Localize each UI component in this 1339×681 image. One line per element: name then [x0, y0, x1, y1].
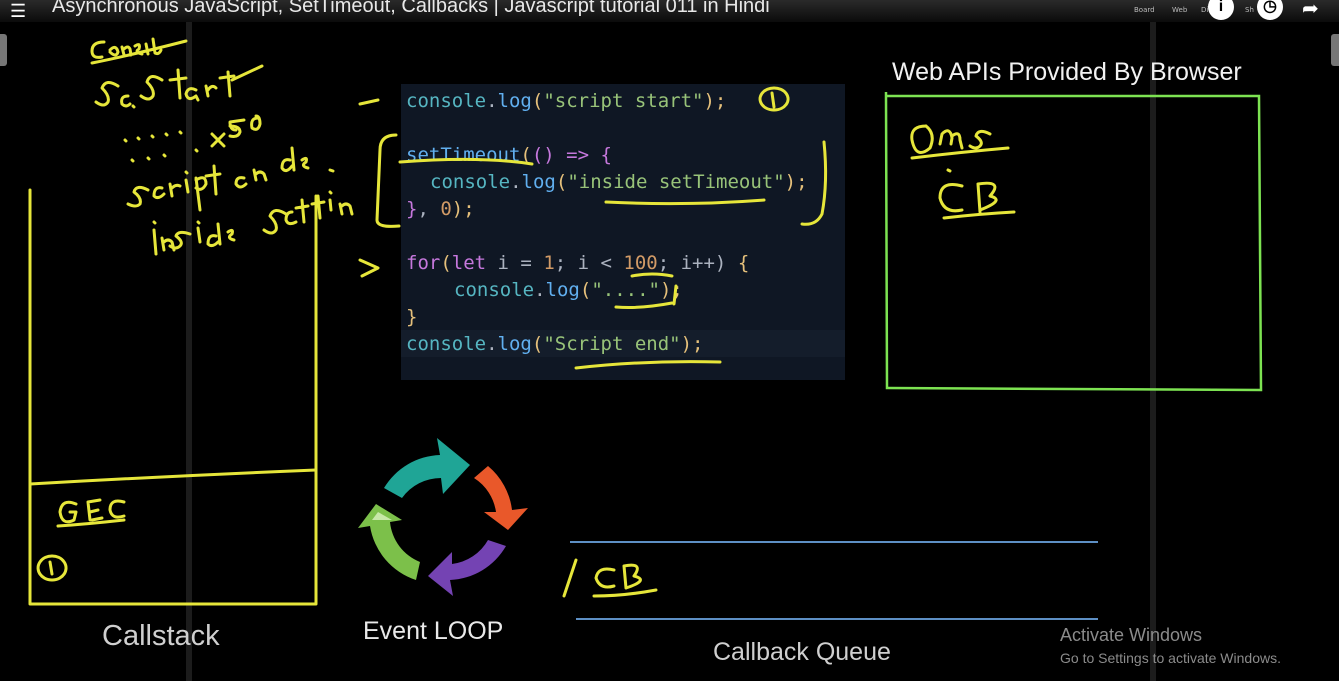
bracket-left: [375, 133, 401, 228]
arrow-marker-for: [358, 258, 380, 278]
loop-arrow-orange: [474, 466, 528, 530]
note-cb-queue: [562, 558, 658, 598]
underline-100: [630, 272, 674, 278]
step-1-circle: [758, 86, 790, 112]
web-apis-title: Web APIs Provided By Browser: [892, 58, 1242, 86]
callstack-box: [28, 188, 318, 606]
note-console: [90, 37, 188, 65]
event-loop-label: Event LOOP: [363, 617, 504, 645]
whiteboard-drawings: [28, 37, 1263, 620]
underline-settimeout: [398, 157, 534, 166]
callstack-gec-line: [28, 468, 318, 486]
note-cb-webapi: [938, 168, 1016, 220]
loop-arrow-teal: [384, 438, 470, 498]
note-gec: [56, 498, 126, 528]
underline-inside-settimeout: [604, 198, 766, 206]
step-1-circle-callstack: [36, 554, 68, 582]
note-inside-settimeout: [152, 190, 354, 256]
underline-script-end: [574, 360, 722, 370]
event-loop-icon: [358, 438, 528, 596]
callback-queue-label: Callback Queue: [713, 638, 891, 666]
bracket-right: [800, 140, 828, 226]
loop-arrow-green: [358, 504, 420, 580]
activate-windows-subtitle: Go to Settings to activate Windows.: [1060, 650, 1281, 666]
note-0ms: [910, 124, 1010, 160]
arrow-marker-line1: [358, 98, 380, 106]
loop-arrow-purple: [428, 540, 506, 596]
callstack-label: Callstack: [102, 620, 220, 652]
underline-dots: [614, 284, 678, 309]
note-dots-x50: [123, 114, 262, 163]
activate-windows-title: Activate Windows: [1060, 625, 1203, 645]
note-sc-start: [94, 64, 264, 109]
